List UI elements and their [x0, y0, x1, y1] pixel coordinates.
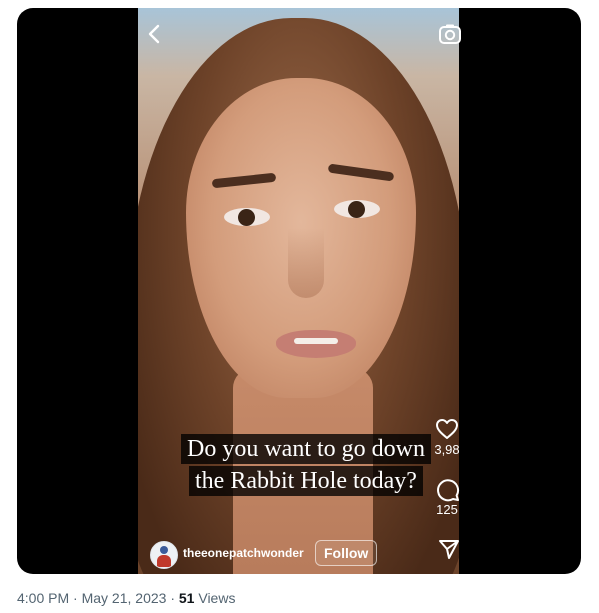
likes-count: 3,98: [434, 442, 460, 457]
caption-line-1: Do you want to go down: [181, 434, 431, 464]
video-media[interactable]: Do you want to go down the Rabbit Hole t…: [17, 8, 581, 574]
mouth: [276, 330, 356, 358]
video-caption: Do you want to go down the Rabbit Hole t…: [166, 433, 446, 497]
views-label: Views: [198, 590, 236, 606]
caption-line-2: the Rabbit Hole today?: [189, 466, 423, 496]
follow-button[interactable]: Follow: [315, 540, 378, 566]
left-eye: [224, 208, 270, 226]
meta-separator: ·: [170, 590, 175, 606]
tweet-time[interactable]: 4:00 PM: [17, 590, 69, 606]
tweet-meta: 4:00 PM · May 21, 2023 · 51 Views: [17, 590, 235, 606]
heart-icon[interactable]: [435, 418, 459, 440]
right-eye: [334, 200, 380, 218]
views-count: 51: [178, 590, 195, 606]
meta-separator: ·: [73, 590, 78, 606]
avatar[interactable]: [150, 541, 178, 569]
comments-count: 125: [436, 502, 458, 517]
chevron-left-icon[interactable]: [144, 21, 166, 47]
username[interactable]: theeonepatchwonder: [183, 546, 304, 560]
tweet-date[interactable]: May 21, 2023: [82, 590, 167, 606]
camera-icon[interactable]: [438, 22, 462, 46]
send-icon[interactable]: [438, 538, 460, 560]
nose: [288, 228, 324, 298]
comment-icon[interactable]: [436, 478, 460, 502]
